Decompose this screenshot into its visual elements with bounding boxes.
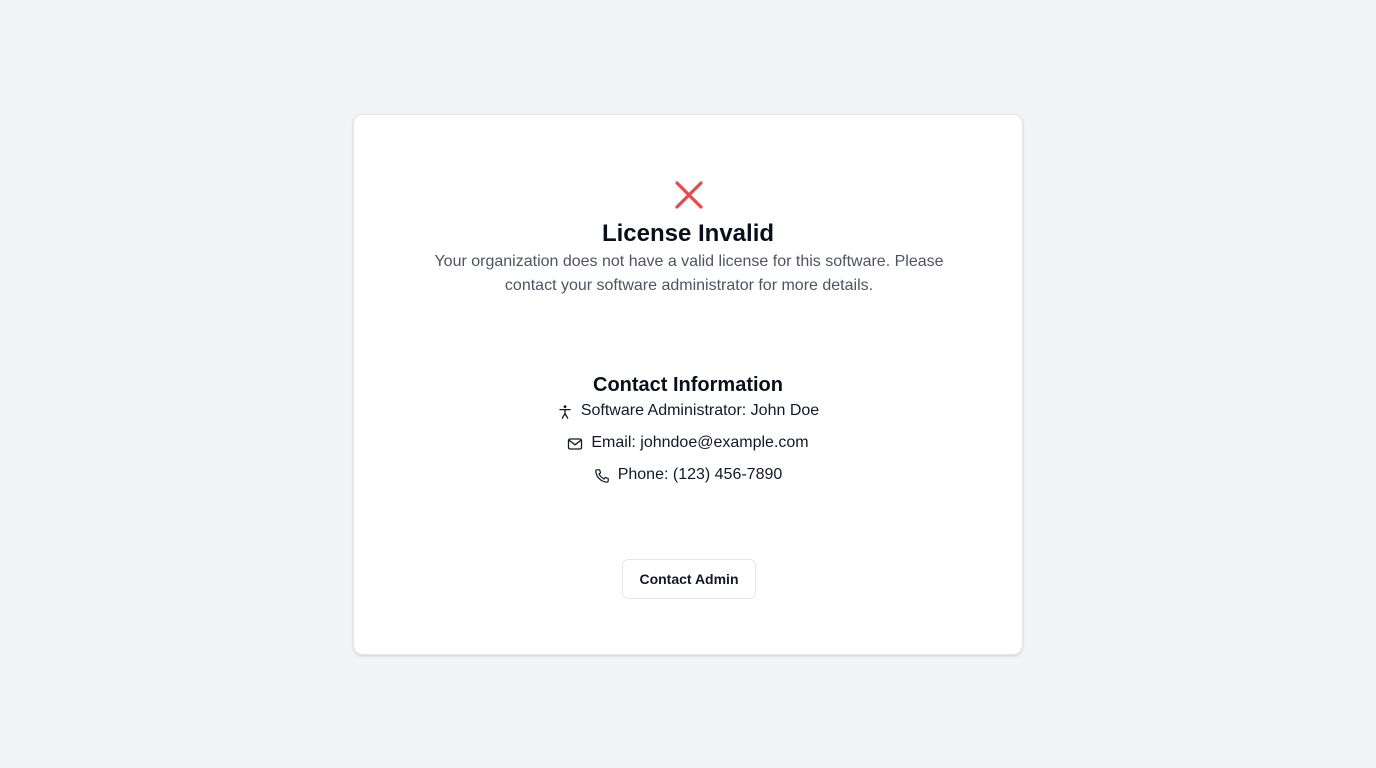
license-card: License Invalid Your organization does n… [353, 114, 1023, 655]
accessibility-person-icon [559, 405, 571, 419]
phone-text: Phone: (123) 456-7890 [617, 466, 783, 483]
contact-admin-row: Software Administrator: John Doe [354, 399, 1022, 423]
contact-phone-row: Phone: (123) 456-7890 [354, 463, 1022, 487]
page-title: License Invalid [601, 220, 775, 247]
mail-icon [568, 438, 583, 450]
admin-text: Software Administrator: John Doe [580, 402, 820, 419]
x-icon [675, 181, 703, 209]
license-description: Your organization does not have a valid … [434, 253, 944, 294]
phone-icon [594, 469, 609, 483]
contact-heading: Contact Information [593, 374, 783, 396]
contact-admin-button[interactable]: Contact Admin [622, 559, 756, 599]
contact-email-row: Email: johndoe@example.com [354, 431, 1022, 455]
email-text: Email: johndoe@example.com [591, 434, 809, 451]
